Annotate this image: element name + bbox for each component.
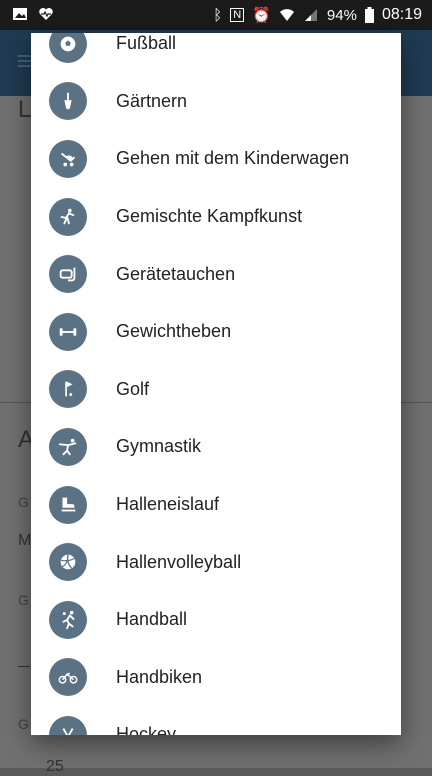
list-item-handbiken[interactable]: Handbiken: [31, 649, 401, 707]
trowel-icon: [49, 82, 87, 121]
bluetooth-icon: ᛒ: [213, 6, 223, 24]
list-item-golf[interactable]: Golf: [31, 361, 401, 419]
list-item-kampfkunst[interactable]: Gemischte Kampfkunst: [31, 188, 401, 246]
soccer-ball-icon: [49, 33, 87, 63]
list-item-fussball[interactable]: Fußball: [31, 33, 401, 73]
list-item-label: Gymnastik: [116, 436, 202, 457]
volleyball-icon: [49, 543, 87, 582]
list-item-label: Hallenvolleyball: [116, 551, 242, 572]
list-item-hallenvolleyball[interactable]: Hallenvolleyball: [31, 533, 401, 591]
stroller-icon: [49, 139, 87, 178]
battery-icon: [364, 7, 374, 23]
list-item-label: Gehen mit dem Kinderwagen: [116, 148, 350, 169]
image-notification-icon: [13, 8, 27, 20]
dumbbell-icon: [49, 312, 87, 351]
handball-icon: [49, 600, 87, 639]
list-item-geraetetauchen[interactable]: Gerätetauchen: [31, 245, 401, 303]
activity-picker-dialog: Fußball Gärtnern Gehen mit dem Kinderwag…: [31, 33, 401, 735]
list-item-label: Gerätetauchen: [116, 263, 236, 284]
list-item-label: Handbiken: [116, 666, 203, 687]
list-item-kinderwagen[interactable]: Gehen mit dem Kinderwagen: [31, 130, 401, 188]
alarm-icon: ⏰: [252, 7, 271, 24]
clock: 08:19: [381, 6, 422, 23]
background-title: L: [18, 96, 32, 123]
list-item-label: Gewichtheben: [116, 321, 232, 342]
ice-skate-icon: [49, 485, 87, 524]
background-label: G: [18, 592, 29, 608]
list-item-handball[interactable]: Handball: [31, 591, 401, 649]
list-item-label: Gemischte Kampfkunst: [116, 206, 303, 227]
golf-flag-icon: [49, 370, 87, 409]
list-item-label: Hockey: [116, 724, 177, 735]
handbike-icon: [49, 658, 87, 697]
gymnastics-icon: [49, 427, 87, 466]
list-item-label: Halleneislauf: [116, 494, 220, 515]
health-notification-icon: [39, 8, 53, 20]
battery-percent: 94%: [326, 6, 357, 24]
list-item-label: Handball: [116, 609, 188, 630]
activity-list[interactable]: Fußball Gärtnern Gehen mit dem Kinderwag…: [31, 33, 401, 735]
hockey-icon: [49, 715, 87, 735]
diving-mask-icon: [49, 255, 87, 294]
background-label: G: [18, 494, 29, 510]
list-item-gewichtheben[interactable]: Gewichtheben: [31, 303, 401, 361]
list-item-gymnastik[interactable]: Gymnastik: [31, 418, 401, 476]
martial-arts-icon: [49, 197, 87, 236]
nfc-icon: N: [230, 8, 245, 22]
signal-icon: [304, 9, 317, 21]
list-item-halleneislauf[interactable]: Halleneislauf: [31, 476, 401, 534]
list-item-gaertnern[interactable]: Gärtnern: [31, 73, 401, 131]
list-item-label: Gärtnern: [116, 90, 188, 111]
menu-icon: [18, 55, 32, 67]
list-item-label: Golf: [116, 378, 150, 399]
wifi-icon: [279, 9, 294, 21]
list-item-label: Fußball: [116, 33, 177, 54]
background-label: G: [18, 716, 29, 732]
list-item-hockey[interactable]: Hockey: [31, 706, 401, 735]
background-value: 25: [46, 758, 64, 775]
status-bar: ᛒ N ⏰ 94% 08:19: [0, 0, 432, 30]
background-value: M: [18, 532, 32, 549]
